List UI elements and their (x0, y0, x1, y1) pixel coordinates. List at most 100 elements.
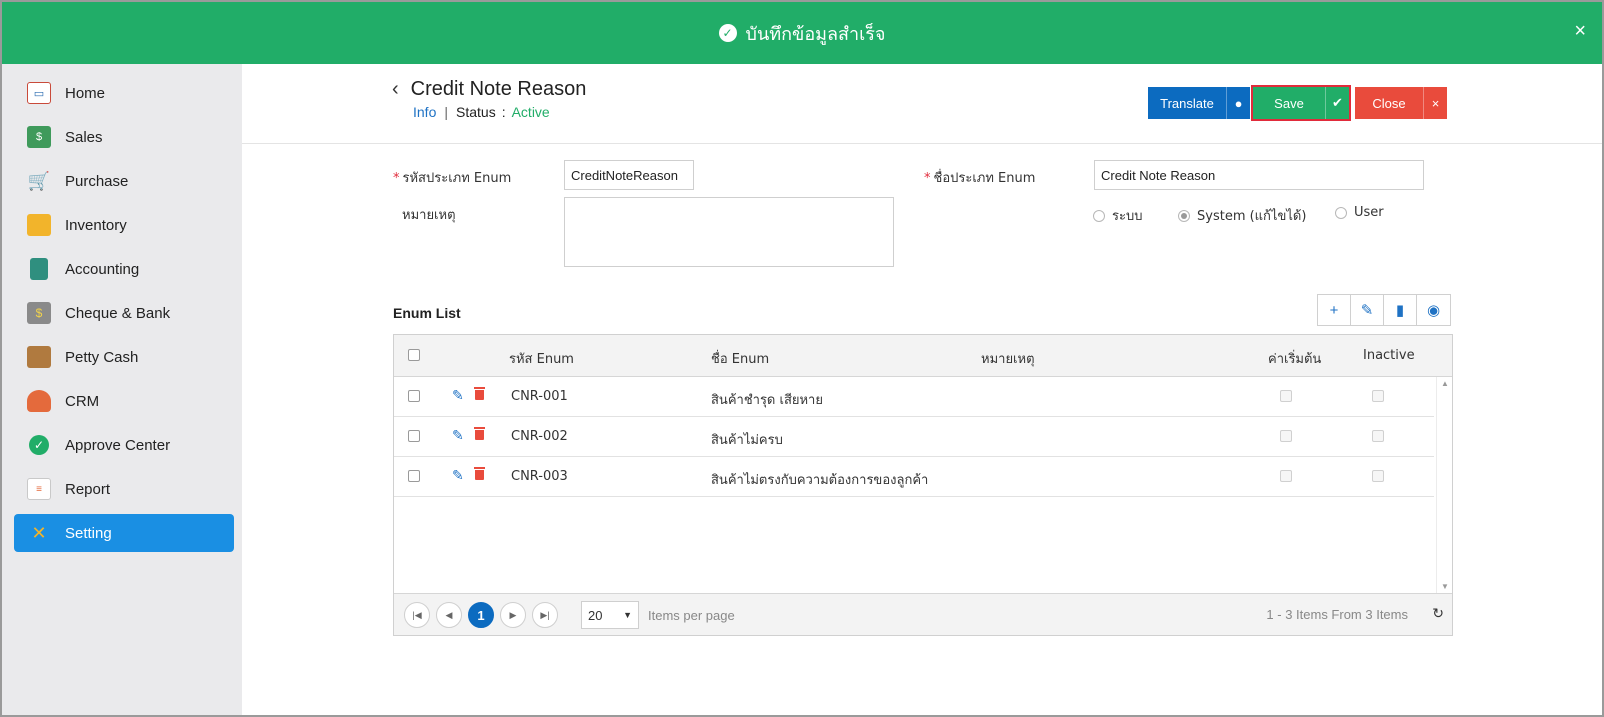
enum-code-label-text: รหัสประเภท Enum (402, 171, 512, 186)
page-number-current[interactable]: 1 (468, 602, 494, 628)
edit-pencil-icon[interactable]: ✎ (452, 387, 464, 404)
edit-pencil-icon[interactable]: ✎ (1351, 295, 1384, 325)
column-header[interactable]: ชื่อ Enum (711, 348, 769, 369)
inactive-checkbox (1372, 470, 1384, 482)
status-colon: : (501, 104, 506, 120)
radio-label: User (1354, 205, 1384, 220)
crm-person-icon (27, 390, 51, 412)
first-page-icon[interactable]: |◀ (404, 602, 430, 628)
enum-code-cell: CNR-002 (511, 429, 568, 444)
radio-user[interactable]: User (1335, 205, 1384, 220)
radio-label: ระบบ (1112, 209, 1143, 224)
pager: |◀ ◀ 1 ▶ ▶| 20 ▼ Items per page 1 - 3 It… (394, 593, 1452, 635)
sidebar-item-petty-cash[interactable]: Petty Cash (14, 338, 234, 376)
scroll-down-icon[interactable]: ▼ (1441, 582, 1449, 591)
grid-scrollbar[interactable]: ▲ ▼ (1436, 377, 1452, 593)
sidebar-item-label: Inventory (65, 216, 127, 234)
app-window: ✓ บันทึกข้อมูลสำเร็จ × ▭ Home $ Sales 🛒 … (0, 0, 1604, 717)
column-header[interactable]: รหัส Enum (509, 348, 574, 369)
home-icon: ▭ (27, 82, 51, 104)
inactive-checkbox (1372, 390, 1384, 402)
next-page-icon[interactable]: ▶ (500, 602, 526, 628)
table-row[interactable]: ✎ CNR-003 สินค้าไม่ตรงกับความต้องการของล… (394, 457, 1434, 497)
required-marker: * (924, 171, 931, 186)
sidebar-item-label: Purchase (65, 172, 129, 190)
purchase-cart-icon: 🛒 (27, 170, 51, 191)
prev-page-icon[interactable]: ◀ (436, 602, 462, 628)
table-row[interactable]: ✎ CNR-002 สินค้าไม่ครบ (394, 417, 1434, 457)
default-checkbox (1280, 390, 1292, 402)
inventory-box-icon (27, 214, 51, 236)
save-button[interactable]: Save ✔ (1251, 85, 1351, 121)
edit-pencil-icon[interactable]: ✎ (452, 467, 464, 484)
status-label: Status (456, 104, 496, 120)
divider: | (444, 104, 448, 120)
check-icon[interactable]: ✔ (1325, 87, 1349, 119)
sidebar-item-label: Report (65, 480, 111, 498)
sidebar-item-label: Petty Cash (65, 348, 139, 366)
globe-translate-icon[interactable]: ◉ (1417, 295, 1450, 325)
sidebar-item-sales[interactable]: $ Sales (14, 118, 234, 156)
delete-trash-icon[interactable] (474, 466, 485, 480)
edit-pencil-icon[interactable]: ✎ (452, 427, 464, 444)
enum-list-title: Enum List (393, 305, 461, 321)
sidebar-item-label: Accounting (65, 260, 140, 278)
info-link[interactable]: Info (413, 104, 436, 120)
radio-circle (1335, 206, 1347, 219)
enum-code-field[interactable]: CreditNoteReason (564, 160, 694, 190)
row-checkbox[interactable] (408, 390, 420, 402)
row-checkbox[interactable] (408, 470, 420, 482)
approve-check-icon: ✓ (29, 435, 49, 455)
sidebar-item-home[interactable]: ▭ Home (14, 74, 234, 112)
page-title: Credit Note Reason (410, 78, 587, 100)
check-circle-icon: ✓ (718, 24, 737, 42)
delete-trash-icon[interactable] (474, 426, 485, 440)
delete-trash-icon[interactable] (474, 386, 485, 400)
column-header[interactable]: ค่าเริ่มต้น (1268, 348, 1321, 369)
close-icon[interactable]: × (1423, 87, 1447, 119)
sidebar-item-accounting[interactable]: Accounting (14, 250, 234, 288)
note-field[interactable] (564, 197, 894, 267)
enum-name-field[interactable]: Credit Note Reason (1094, 160, 1424, 190)
sidebar-item-purchase[interactable]: 🛒 Purchase (14, 162, 234, 200)
sidebar-item-inventory[interactable]: Inventory (14, 206, 234, 244)
accounting-book-icon (30, 258, 48, 280)
sidebar-item-label: CRM (65, 392, 100, 410)
translate-button[interactable]: Translate ● (1148, 87, 1250, 119)
page-size-value: 20 (588, 608, 603, 623)
scroll-up-icon[interactable]: ▲ (1441, 379, 1449, 388)
radio-system-editable[interactable]: System (แก้ไขได้) (1178, 205, 1306, 226)
delete-trash-icon[interactable]: ▮ (1384, 295, 1417, 325)
pager-summary: 1 - 3 Items From 3 Items (1266, 607, 1408, 622)
inactive-checkbox (1372, 430, 1384, 442)
column-header[interactable]: หมายเหตุ (981, 348, 1035, 369)
sidebar-item-report[interactable]: ≡ Report (14, 470, 234, 508)
close-button[interactable]: Close × (1355, 87, 1447, 119)
globe-icon[interactable]: ● (1226, 87, 1250, 119)
radio-label: System (แก้ไขได้) (1197, 209, 1307, 224)
sidebar-item-cheque-bank[interactable]: $ Cheque & Bank (14, 294, 234, 332)
row-checkbox[interactable] (408, 430, 420, 442)
close-button-label: Close (1372, 95, 1406, 111)
translate-button-label: Translate (1160, 95, 1214, 111)
sidebar-item-label: Approve Center (65, 436, 171, 454)
header-divider (242, 143, 1602, 144)
column-header[interactable]: Inactive (1363, 348, 1415, 363)
items-per-page-label: Items per page (648, 608, 735, 623)
page-subheader: Info | Status : Active (413, 104, 550, 120)
sidebar-item-setting[interactable]: ✕ Setting (14, 514, 234, 552)
sidebar-item-crm[interactable]: CRM (14, 382, 234, 420)
bank-icon: $ (27, 302, 51, 324)
sidebar-item-label: Sales (65, 128, 103, 146)
chevron-left-icon[interactable]: ‹ (392, 78, 399, 101)
select-all-checkbox[interactable] (408, 349, 420, 361)
page-size-select[interactable]: 20 ▼ (581, 601, 639, 629)
table-row[interactable]: ✎ CNR-001 สินค้าชำรุด เสียหาย (394, 377, 1434, 417)
close-toast-icon[interactable]: × (1574, 20, 1586, 43)
sidebar-item-approve-center[interactable]: ✓ Approve Center (14, 426, 234, 464)
radio-system-readonly[interactable]: ระบบ (1093, 205, 1142, 226)
last-page-icon[interactable]: ▶| (532, 602, 558, 628)
refresh-icon[interactable]: ↻ (1432, 605, 1444, 622)
add-icon[interactable]: + (1318, 295, 1351, 325)
toast-message: บันทึกข้อมูลสำเร็จ (745, 23, 886, 45)
